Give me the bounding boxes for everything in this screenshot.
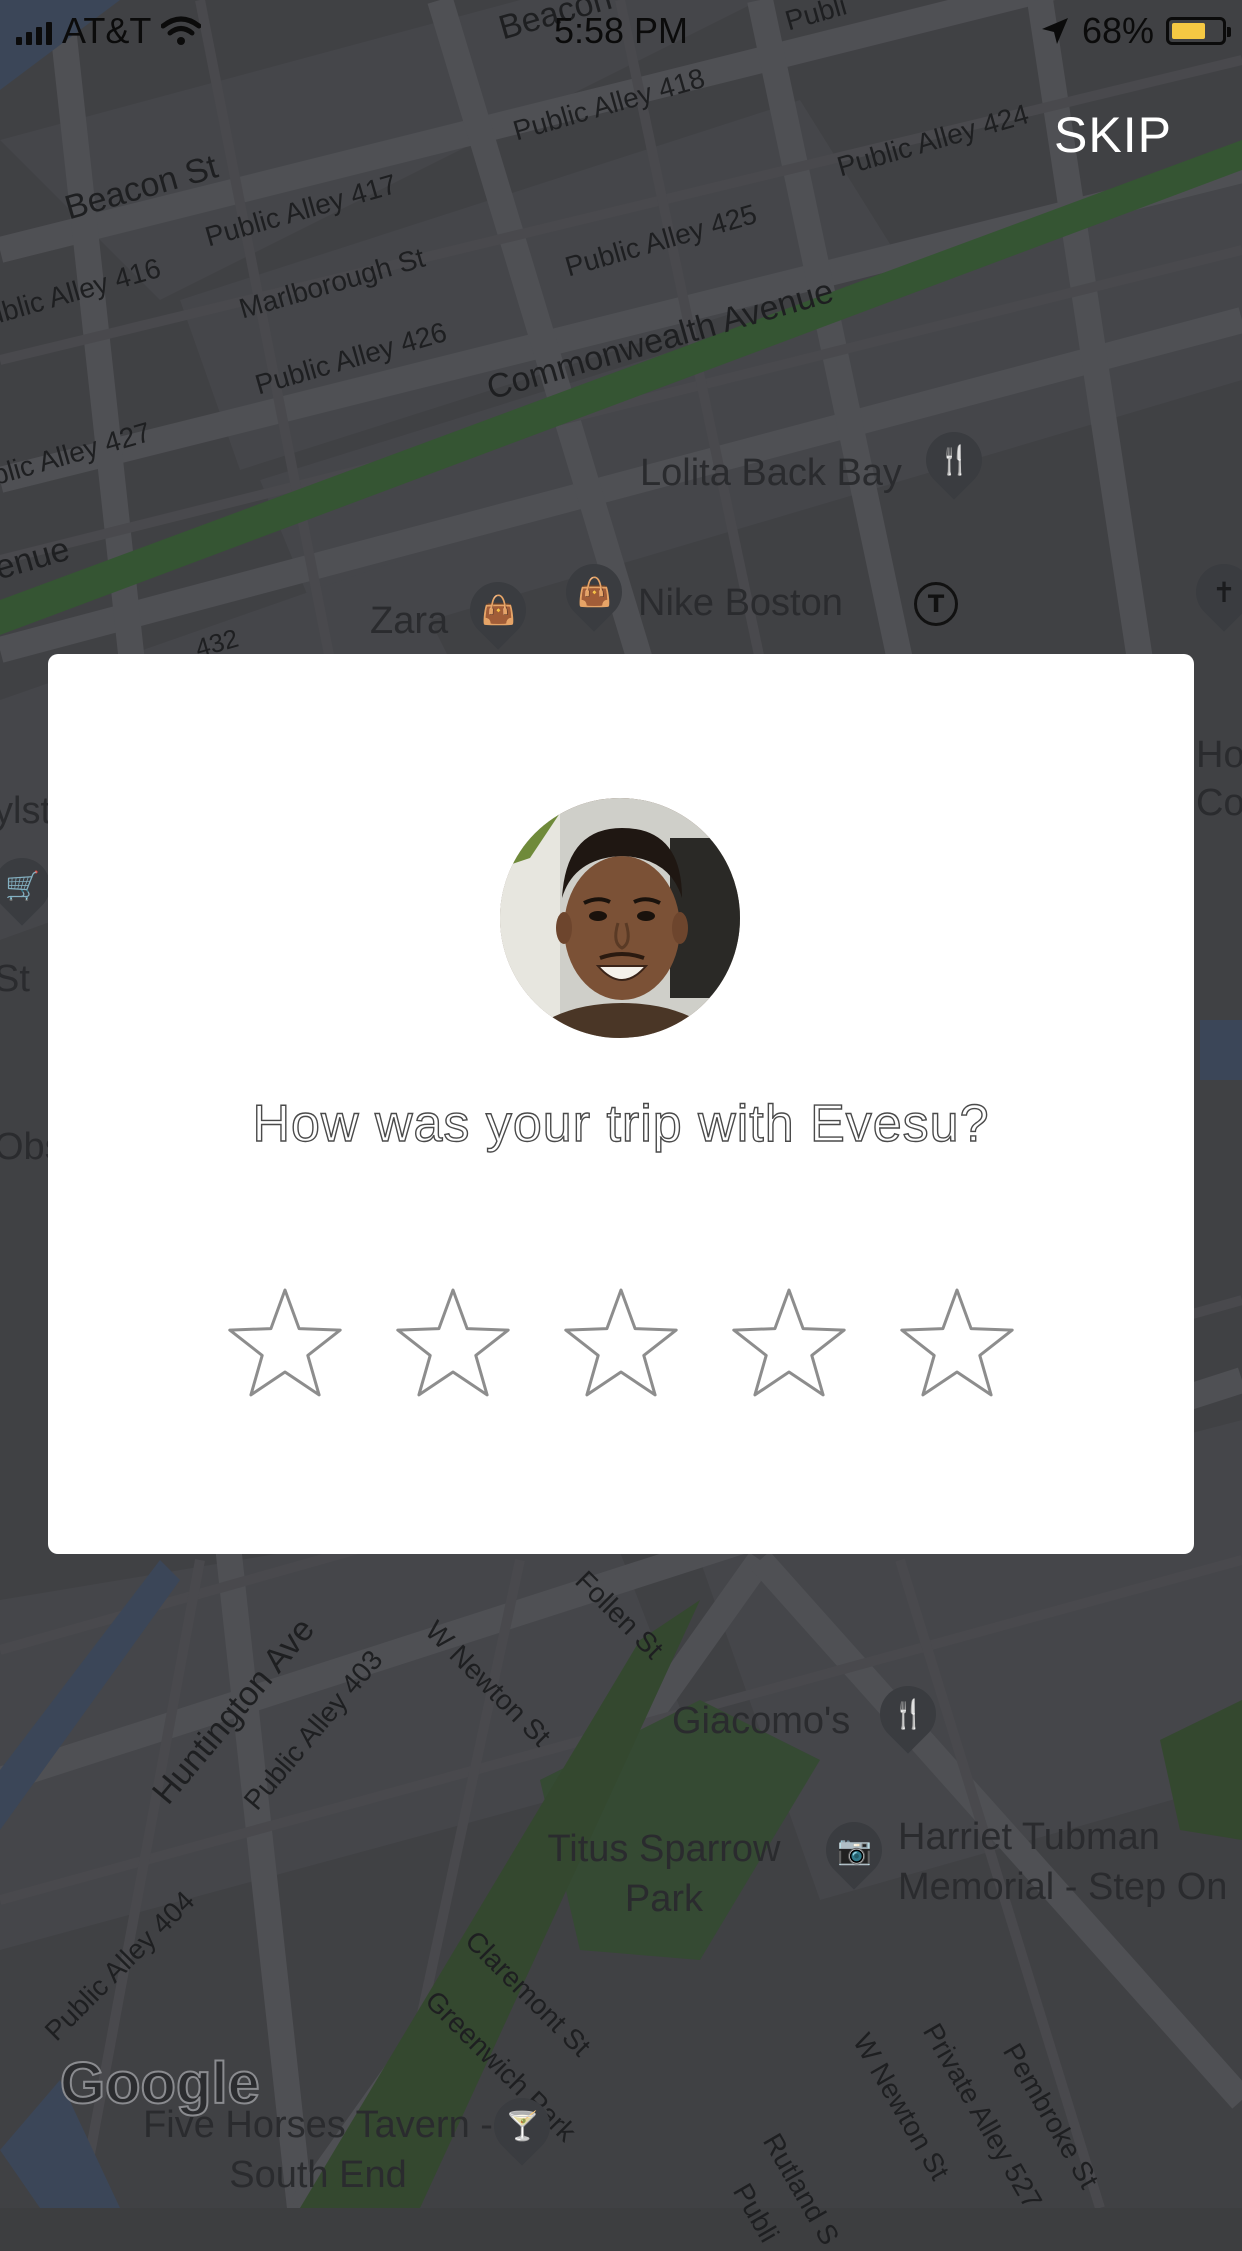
transit-stop-icon[interactable]: T	[914, 582, 958, 626]
battery-percent: 68%	[1081, 10, 1154, 51]
poi-label: Nike Boston	[638, 582, 843, 624]
poi-label: Zara	[370, 600, 449, 642]
star-rating	[48, 1284, 1194, 1404]
edge-label: Hot	[1196, 734, 1242, 776]
location-arrow-icon	[1041, 18, 1068, 44]
poi-label: Lolita Back Bay	[640, 452, 902, 494]
poi-label: Harriet Tubman Memorial - Step On	[898, 1816, 1228, 1908]
star-icon[interactable]	[393, 1284, 513, 1404]
star-icon[interactable]	[897, 1284, 1017, 1404]
google-logo: Google	[59, 2050, 261, 2117]
poi-label: Giacomo's	[672, 1700, 851, 1742]
skip-button[interactable]: SKIP	[1054, 106, 1172, 164]
star-icon[interactable]	[729, 1284, 849, 1404]
poi-label: Titus Sparrow Park	[547, 1828, 781, 1920]
edge-label: ylst	[0, 790, 51, 832]
status-bar: AT&T 5:58 PM 68%	[0, 0, 1242, 60]
edge-label: St	[0, 958, 30, 1000]
battery-icon	[1166, 17, 1231, 45]
driver-avatar	[500, 798, 740, 1038]
rating-dialog: How was your trip with Evesu?	[48, 654, 1194, 1554]
star-icon[interactable]	[561, 1284, 681, 1404]
edge-label: Cop	[1196, 782, 1242, 824]
star-icon[interactable]	[225, 1284, 345, 1404]
rating-question: How was your trip with Evesu?	[252, 1094, 990, 1153]
